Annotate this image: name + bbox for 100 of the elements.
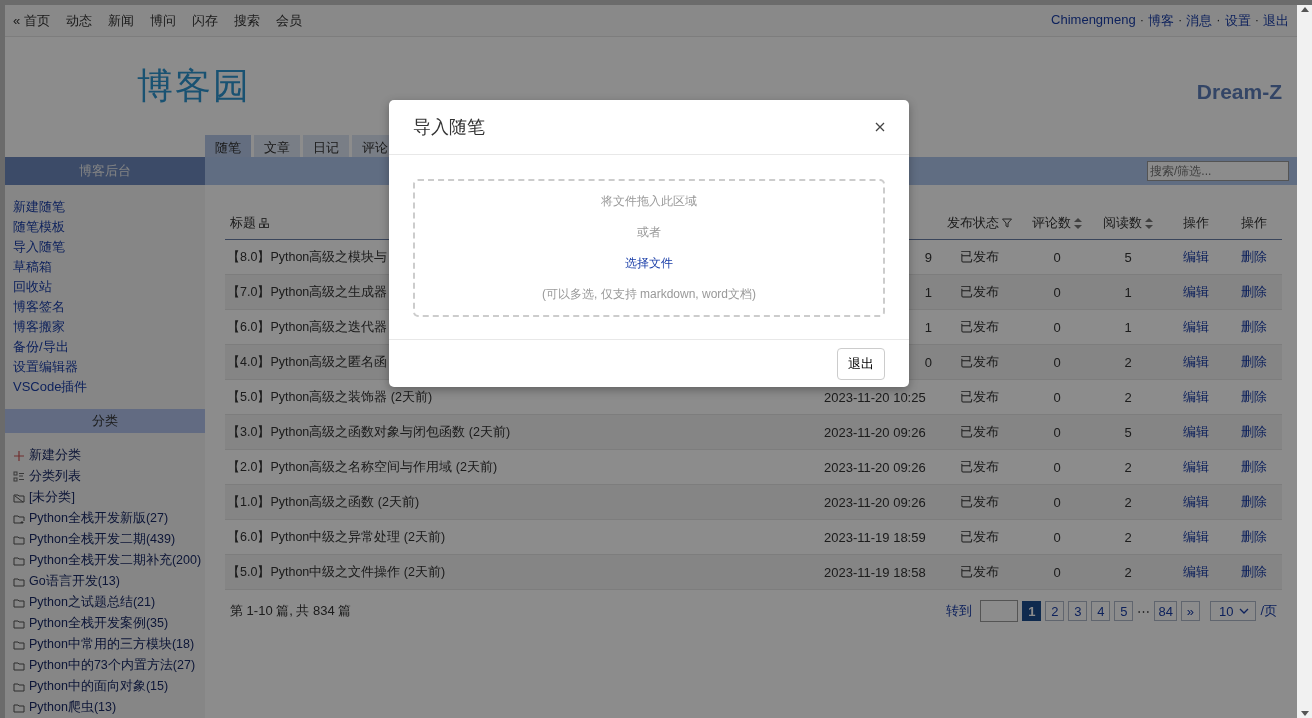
drop-zone[interactable]: 将文件拖入此区域 或者 选择文件 (可以多选, 仅支持 markdown, word文档) — [413, 179, 885, 317]
user-link[interactable]: 消息 — [1186, 11, 1213, 30]
delete-link[interactable]: 删除 — [1226, 493, 1282, 511]
edit-link[interactable]: 编辑 — [1166, 563, 1226, 581]
table-cell-text: 2 — [1123, 529, 1133, 545]
sort-icon[interactable] — [1074, 217, 1082, 229]
table-cell-text: 2 — [1123, 494, 1133, 510]
category-link[interactable]: Python全栈开发案例(35) — [13, 613, 197, 634]
close-button[interactable] — [873, 120, 887, 134]
nav-link[interactable]: 新闻 — [107, 11, 134, 30]
user-link[interactable]: 退出 — [1263, 11, 1289, 30]
delete-link[interactable]: 删除 — [1226, 353, 1282, 371]
category-link[interactable]: Python之试题总结(21) — [13, 592, 197, 613]
user-link[interactable]: 博客 — [1147, 11, 1174, 30]
category-link[interactable]: Python爬虫(13) — [13, 697, 197, 718]
tab[interactable]: 文章 — [254, 135, 300, 157]
page-button[interactable]: 2 — [1045, 601, 1065, 621]
delete-link[interactable]: 删除 — [1226, 283, 1282, 301]
post-title[interactable]: 【5.0】Python中级之文件操作 (2天前) — [225, 563, 446, 581]
delete-link[interactable]: 删除 — [1226, 318, 1282, 336]
category-link[interactable]: Go语言开发(13) — [13, 571, 197, 592]
post-title[interactable]: 【8.0】Python高级之模块与 — [225, 248, 388, 266]
category-link[interactable]: Python中的73个内置方法(27) — [13, 655, 197, 676]
post-title[interactable]: 【6.0】Python高级之迭代器 — [225, 318, 388, 336]
page-button[interactable]: 5 — [1114, 601, 1134, 621]
exit-button[interactable]: 退出 — [837, 347, 885, 380]
tab[interactable]: 日记 — [303, 135, 349, 157]
table-cell-text: 已发布 — [958, 318, 1000, 336]
delete-link[interactable]: 删除 — [1226, 388, 1282, 406]
page-size-select[interactable]: 10 — [1209, 601, 1257, 621]
scroll-up-icon[interactable] — [1300, 7, 1309, 12]
post-title[interactable]: 【1.0】Python高级之函数 (2天前) — [225, 493, 420, 511]
category-link[interactable]: Python中的面向对象(15) — [13, 676, 197, 697]
tab[interactable]: 随笔 — [205, 135, 251, 157]
category-link[interactable]: 新建分类 — [13, 445, 197, 466]
sidebar-link[interactable]: VSCode插件 — [13, 377, 197, 397]
edit-link[interactable]: 编辑 — [1166, 283, 1226, 301]
sidebar-link[interactable]: 博客搬家 — [13, 317, 197, 337]
nav-link[interactable]: « 首页 — [13, 11, 50, 30]
user-link[interactable]: Chimengmeng — [1051, 11, 1136, 30]
grid-icon[interactable] — [259, 218, 269, 228]
page-button[interactable]: 4 — [1091, 601, 1111, 621]
search-field[interactable]: 搜索/筛选... — [1147, 161, 1289, 181]
edit-link[interactable]: 编辑 — [1166, 353, 1226, 371]
nav-link[interactable]: 闪存 — [191, 11, 218, 30]
nav-link[interactable]: 会员 — [275, 11, 302, 30]
edit-link[interactable]: 编辑 — [1166, 458, 1226, 476]
post-title[interactable]: 【5.0】Python高级之装饰器 (2天前) — [225, 388, 433, 406]
sidebar-link[interactable]: 设置编辑器 — [13, 357, 197, 377]
delete-link[interactable]: 删除 — [1226, 458, 1282, 476]
category-link[interactable]: 分类列表 — [13, 466, 197, 487]
edit-link[interactable]: 编辑 — [1166, 318, 1226, 336]
sidebar-link[interactable]: 回收站 — [13, 277, 197, 297]
nav-link[interactable]: 动态 — [65, 11, 92, 30]
sidebar-link[interactable]: 备份/导出 — [13, 337, 197, 357]
table-cell-text: 已发布 — [958, 388, 1000, 406]
sidebar-link[interactable]: 随笔模板 — [13, 217, 197, 237]
edit-link[interactable]: 编辑 — [1166, 248, 1226, 266]
scrollbar[interactable] — [1297, 5, 1312, 718]
delete-link[interactable]: 删除 — [1226, 528, 1282, 546]
post-title[interactable]: 【4.0】Python高级之匿名函 — [225, 353, 388, 371]
choose-file-link[interactable]: 选择文件 — [625, 255, 673, 272]
table-cell: 2023-11-19 18:59 — [824, 529, 926, 545]
folder-icon — [13, 512, 25, 525]
category-link[interactable]: Python全栈开发新版(27) — [13, 508, 197, 529]
category-link[interactable]: [未分类] — [13, 487, 197, 508]
separator: · — [1254, 11, 1259, 29]
edit-link[interactable]: 编辑 — [1166, 528, 1226, 546]
sidebar-link[interactable]: 博客签名 — [13, 297, 197, 317]
post-title[interactable]: 【2.0】Python高级之名称空间与作用域 (2天前) — [225, 458, 498, 476]
user-link[interactable]: 设置 — [1224, 11, 1251, 30]
category-link[interactable]: Python全栈开发二期(439) — [13, 529, 197, 550]
sort-icon[interactable] — [1145, 217, 1153, 229]
sidebar-link[interactable]: 导入随笔 — [13, 237, 197, 257]
scroll-down-icon[interactable] — [1300, 711, 1309, 716]
drop-hint: 将文件拖入此区域 — [601, 193, 697, 210]
edit-link[interactable]: 编辑 — [1166, 423, 1226, 441]
post-title[interactable]: 【7.0】Python高级之生成器 — [225, 283, 388, 301]
category-link[interactable]: Python中常用的三方模块(18) — [13, 634, 197, 655]
delete-link[interactable]: 删除 — [1226, 563, 1282, 581]
page-button[interactable]: 3 — [1068, 601, 1088, 621]
edit-link[interactable]: 编辑 — [1166, 493, 1226, 511]
nav-link[interactable]: 搜索 — [233, 11, 260, 30]
separator: · — [1177, 11, 1183, 29]
page-input[interactable] — [980, 600, 1019, 622]
sidebar-link[interactable]: 新建随笔 — [13, 197, 197, 217]
page-button[interactable]: » — [1180, 601, 1200, 621]
blog-title[interactable]: Dream-Z — [1196, 80, 1282, 104]
page-button[interactable]: 84 — [1154, 601, 1177, 621]
post-title[interactable]: 【3.0】Python高级之函数对象与闭包函数 (2天前) — [225, 423, 511, 441]
post-title[interactable]: 【6.0】Python中级之异常处理 (2天前) — [225, 528, 446, 546]
site-logo[interactable]: 博客园 — [137, 61, 251, 111]
filter-icon[interactable] — [1001, 218, 1012, 228]
sidebar-link[interactable]: 草稿箱 — [13, 257, 197, 277]
page-button[interactable]: 1 — [1022, 601, 1042, 621]
edit-link[interactable]: 编辑 — [1166, 388, 1226, 406]
close-icon — [875, 122, 885, 132]
delete-link[interactable]: 删除 — [1226, 248, 1282, 266]
nav-link[interactable]: 博问 — [149, 11, 176, 30]
delete-link[interactable]: 删除 — [1226, 423, 1282, 441]
